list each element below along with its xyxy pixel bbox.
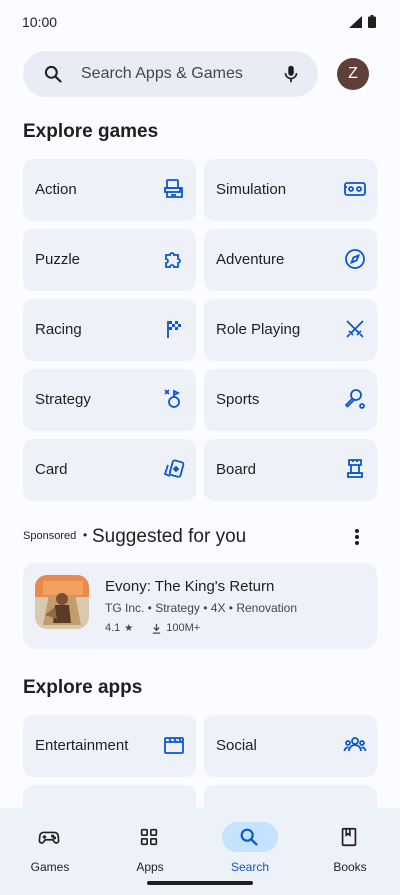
search-placeholder[interactable]: Search Apps & Games <box>81 65 243 83</box>
nav-label: Search <box>230 860 270 874</box>
app-icon <box>35 575 89 629</box>
category-tile-action[interactable]: Action <box>23 159 196 221</box>
status-time: 10:00 <box>22 14 58 30</box>
arcade-machine-icon <box>164 179 183 198</box>
tile-label: Action <box>35 181 77 198</box>
status-icons <box>349 15 376 28</box>
category-tile-puzzle[interactable]: Puzzle <box>23 229 196 291</box>
category-tile-strategy[interactable]: Strategy <box>23 369 196 431</box>
category-tile-role-playing[interactable]: Role Playing <box>204 299 377 361</box>
suggested-app-card[interactable]: Evony: The King's Return TG Inc. • Strat… <box>23 563 377 649</box>
category-tile-simulation[interactable]: Simulation <box>204 159 377 221</box>
tile-label: Strategy <box>35 391 91 408</box>
search-icon <box>44 65 62 83</box>
nav-label: Games <box>30 860 70 874</box>
search-icon <box>240 828 258 846</box>
app-stats: 4.1 ★ 100M+ <box>105 622 200 634</box>
sports-icon <box>344 389 365 409</box>
suggested-header: Sponsored • Suggested for you <box>23 524 377 550</box>
app-meta: TG Inc. • Strategy • 4X • Renovation <box>105 601 298 615</box>
nav-label: Apps <box>136 860 164 874</box>
battery-icon <box>368 15 376 28</box>
tile-label: Social <box>216 737 257 754</box>
category-tile-board[interactable]: Board <box>204 439 377 501</box>
status-bar: 10:00 <box>0 0 400 44</box>
tile-label: Adventure <box>216 251 285 268</box>
download-icon <box>153 623 161 634</box>
app-name: Evony: The King's Return <box>105 578 275 595</box>
category-tile-adventure[interactable]: Adventure <box>204 229 377 291</box>
puzzle-piece-icon <box>165 252 181 268</box>
category-tile-racing[interactable]: Racing <box>23 299 196 361</box>
sponsored-label: Sponsored <box>23 530 77 542</box>
tile-label: Sports <box>216 391 260 408</box>
group-icon <box>343 737 367 752</box>
suggested-title: Suggested for you <box>92 526 247 547</box>
search-row: Search Apps & Games Z <box>23 51 377 97</box>
nav-search[interactable]: Search <box>210 818 290 878</box>
compass-icon <box>345 249 365 269</box>
chess-rook-icon <box>347 459 363 478</box>
signal-icon <box>349 15 362 28</box>
explore-apps-title: Explore apps <box>23 677 143 698</box>
tile-label: Card <box>35 461 68 478</box>
tile-label: Simulation <box>216 181 287 198</box>
category-tile-social[interactable]: Social <box>204 715 377 777</box>
search-bar[interactable]: Search Apps & Games <box>23 51 318 97</box>
explore-games-title: Explore games <box>23 121 159 142</box>
nav-label: Books <box>333 860 367 874</box>
tile-label: Entertainment <box>35 737 129 754</box>
more-options-icon[interactable] <box>347 527 367 547</box>
app-rating: 4.1 <box>105 622 121 634</box>
crossed-swords-icon <box>346 320 364 338</box>
book-icon <box>341 827 357 847</box>
strategy-icon <box>164 389 181 408</box>
app-downloads: 100M+ <box>166 622 201 634</box>
apps-grid-icon <box>140 828 158 846</box>
nav-books[interactable]: Books <box>310 818 390 878</box>
category-tile-sports[interactable]: Sports <box>204 369 377 431</box>
separator-dot: • <box>83 528 88 542</box>
gamepad-icon <box>38 831 60 844</box>
star-icon: ★ <box>124 622 134 634</box>
clapperboard-icon <box>164 737 184 754</box>
nav-games[interactable]: Games <box>10 818 90 878</box>
avatar[interactable]: Z <box>337 58 369 90</box>
tile-label: Racing <box>35 321 82 338</box>
nav-apps[interactable]: Apps <box>110 818 190 878</box>
simulation-icon <box>344 182 366 196</box>
category-tile-card[interactable]: Card <box>23 439 196 501</box>
tile-label: Role Playing <box>216 321 301 338</box>
tile-label: Board <box>216 461 257 478</box>
microphone-icon[interactable] <box>280 63 302 85</box>
category-tile-entertainment[interactable]: Entertainment <box>23 715 196 777</box>
home-indicator[interactable] <box>147 881 253 885</box>
playing-cards-icon <box>163 459 185 478</box>
tile-label: Puzzle <box>35 251 81 268</box>
checkered-flag-icon <box>167 321 181 338</box>
